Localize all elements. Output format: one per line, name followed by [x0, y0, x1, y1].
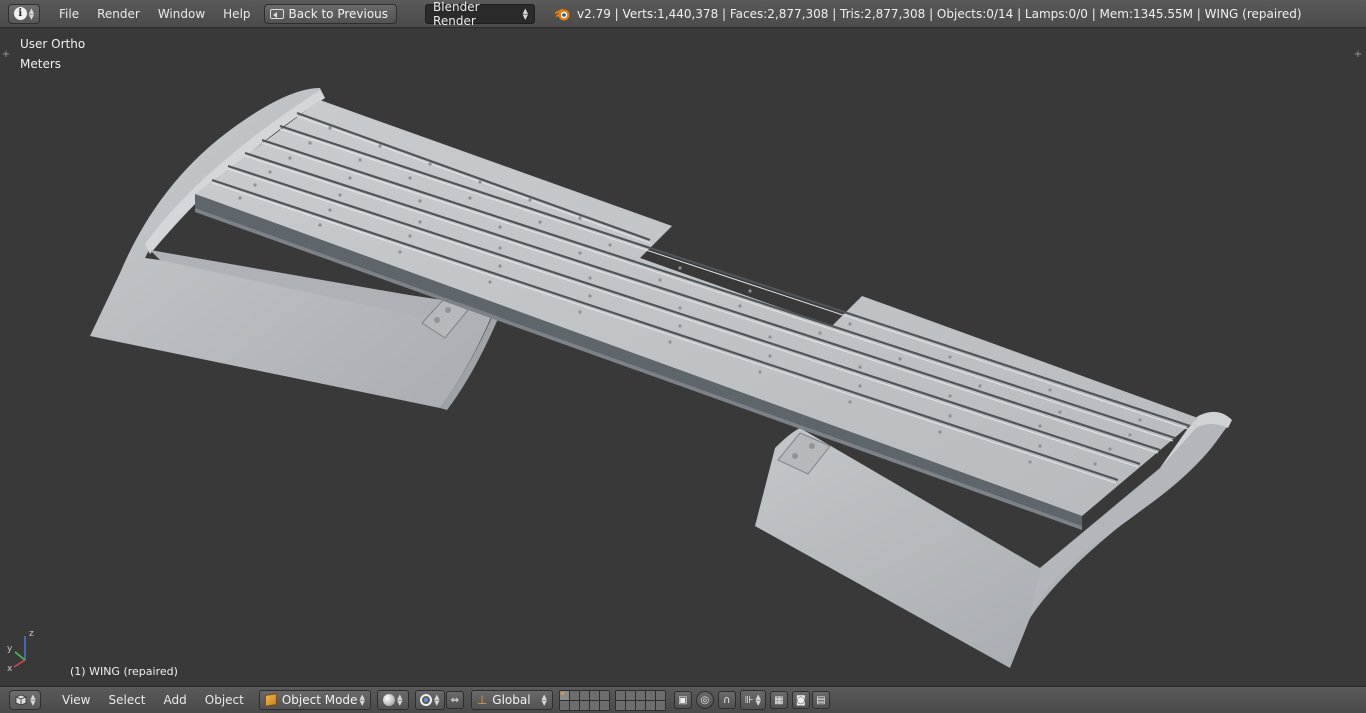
proportional-editing-toggle[interactable]: ◎	[695, 691, 714, 709]
updown-arrows-icon: ▲ ▼	[359, 693, 365, 707]
render-image-icon: ▦	[774, 694, 784, 706]
active-object-label: (1) WING (repaired)	[70, 665, 178, 678]
axis-y-label: y	[7, 644, 13, 654]
info-header: i ▲ ▼ File Render Window Help Back to Pre…	[0, 0, 1366, 28]
updown-arrows-icon: ▲ ▼	[434, 693, 440, 707]
view-menu-bar: View Select Add Object	[53, 693, 253, 707]
object-mode-cube-icon	[264, 693, 277, 707]
menu-add[interactable]: Add	[155, 693, 196, 707]
menu-select[interactable]: Select	[99, 693, 154, 707]
proportional-edit-icon: ◎	[700, 694, 710, 706]
updown-arrows-icon: ▲ ▼	[397, 693, 403, 707]
interaction-mode-value: Object Mode	[281, 693, 358, 707]
opengl-render-image-button[interactable]: ▦	[769, 691, 788, 709]
clapperboard-icon: ▤	[816, 694, 826, 706]
menu-render[interactable]: Render	[88, 7, 149, 21]
back-to-previous-button[interactable]: Back to Previous	[263, 3, 398, 24]
3d-viewport[interactable]: User Ortho Meters + + z x y (1) WING (re…	[0, 28, 1366, 686]
manipulator-toggle[interactable]: ⇔	[445, 691, 464, 709]
opengl-render-animation-button[interactable]: ▤	[811, 691, 830, 709]
scene-layers-group-1[interactable]	[558, 689, 610, 711]
lock-icon: ▣	[678, 694, 688, 706]
updown-arrows-icon: ▲ ▼	[30, 693, 36, 707]
snap-toggle[interactable]: ∩	[717, 691, 736, 709]
render-engine-select[interactable]: Blender Render ▲ ▼	[425, 0, 536, 28]
lock-camera-layers-toggle[interactable]: ▣	[673, 691, 692, 709]
solid-shading-icon	[383, 694, 396, 706]
interaction-mode-select[interactable]: Object Mode ▲ ▼	[258, 690, 371, 710]
editor-type-selector[interactable]: i ▲ ▼	[8, 3, 40, 24]
camera-icon: ◙	[795, 694, 806, 706]
axis-z-label: z	[29, 629, 34, 639]
editor-type-selector[interactable]: ▲ ▼	[9, 690, 41, 710]
updown-arrows-icon: ▲ ▼	[541, 693, 547, 707]
transform-axes-icon: ⊥	[476, 693, 488, 707]
3d-view-icon	[15, 694, 27, 706]
menu-view[interactable]: View	[53, 693, 99, 707]
axis-x-label: x	[7, 664, 13, 674]
menu-window[interactable]: Window	[149, 7, 214, 21]
back-screen-icon	[269, 8, 284, 19]
scene-statistics: v2.79 | Verts:1,440,378 | Faces:2,877,30…	[555, 6, 1302, 22]
pivot-point-select[interactable]: ▲ ▼	[414, 690, 445, 710]
stats-text: v2.79 | Verts:1,440,378 | Faces:2,877,30…	[577, 6, 1302, 21]
viewport-shading-select[interactable]: ▲ ▼	[376, 690, 409, 710]
blender-logo-icon	[555, 8, 570, 20]
wing-model[interactable]	[0, 28, 1366, 686]
menu-file[interactable]: File	[50, 7, 88, 21]
manipulator-arrows-icon: ⇔	[450, 694, 460, 706]
updown-arrows-icon: ▲ ▼	[28, 6, 35, 21]
snap-increment-icon: ⊪	[744, 694, 754, 706]
opengl-render-camera-button[interactable]: ◙	[791, 691, 810, 709]
magnet-icon: ∩	[723, 694, 731, 706]
scene-layers-group-2[interactable]	[614, 689, 666, 711]
back-to-previous-label: Back to Previous	[288, 6, 389, 21]
axis-gizmo	[13, 636, 26, 668]
main-menu: File Render Window Help	[50, 7, 260, 21]
menu-help[interactable]: Help	[214, 7, 259, 21]
menu-object[interactable]: Object	[196, 693, 253, 707]
snap-element-select[interactable]: ⊪ ▲ ▼	[739, 690, 766, 710]
updown-arrows-icon: ▲ ▼	[522, 6, 529, 21]
3d-view-header: ▲ ▼ View Select Add Object Object Mode ▲ ▼…	[0, 686, 1366, 713]
info-icon: i	[13, 7, 27, 20]
updown-arrows-icon: ▲ ▼	[755, 693, 761, 707]
transform-orientation-select[interactable]: ⊥ Global ▲ ▼	[470, 690, 553, 710]
transform-orientation-value: Global	[492, 693, 531, 707]
pivot-point-icon	[420, 694, 433, 706]
render-engine-value: Blender Render	[433, 0, 480, 28]
